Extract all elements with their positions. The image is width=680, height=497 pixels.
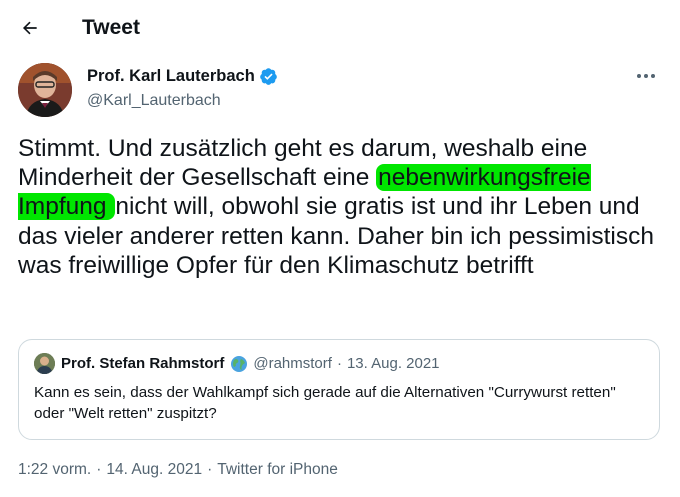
back-button[interactable] — [14, 12, 46, 44]
tweet-date[interactable]: 14. Aug. 2021 — [106, 461, 202, 478]
author-avatar[interactable] — [18, 63, 72, 117]
page-title: Tweet — [82, 16, 140, 39]
globe-emoji-icon — [231, 355, 248, 372]
quoted-date: 13. Aug. 2021 — [346, 355, 440, 372]
quoted-separator: · — [336, 355, 342, 372]
quoted-header: Prof. Stefan Rahmstorf @rahmstorf · 13. … — [61, 354, 440, 373]
quoted-author-avatar — [34, 353, 55, 374]
quoted-avatar-photo — [34, 353, 55, 374]
author-name-row: Prof. Karl Lauterbach — [87, 66, 278, 86]
quoted-text: Kann es sein, dass der Wahlkampf sich ge… — [34, 384, 616, 422]
avatar-photo — [18, 63, 72, 117]
tweet-source[interactable]: Twitter for iPhone — [217, 461, 338, 478]
tweet-text: Stimmt. Und zusätzlich geht es darum, we… — [18, 134, 668, 280]
top-bar: Tweet — [0, 0, 680, 56]
quoted-author-name: Prof. Stefan Rahmstorf — [61, 355, 225, 372]
more-button[interactable] — [634, 66, 658, 86]
author-handle[interactable]: @Karl_Lauterbach — [87, 91, 221, 111]
more-horizontal-icon — [637, 74, 655, 78]
arrow-left-icon — [22, 21, 37, 35]
meta-separator: · — [207, 461, 213, 478]
quoted-tweet[interactable]: Prof. Stefan Rahmstorf @rahmstorf · 13. … — [18, 339, 660, 440]
quoted-author-handle: @rahmstorf — [253, 355, 332, 372]
author-name[interactable]: Prof. Karl Lauterbach — [87, 66, 255, 86]
verified-badge-icon — [259, 67, 277, 85]
tweet-time[interactable]: 1:22 vorm. — [18, 461, 91, 478]
meta-separator: · — [96, 461, 102, 478]
tweet-meta: 1:22 vorm. · 14. Aug. 2021 · Twitter for iPh… — [18, 460, 338, 480]
